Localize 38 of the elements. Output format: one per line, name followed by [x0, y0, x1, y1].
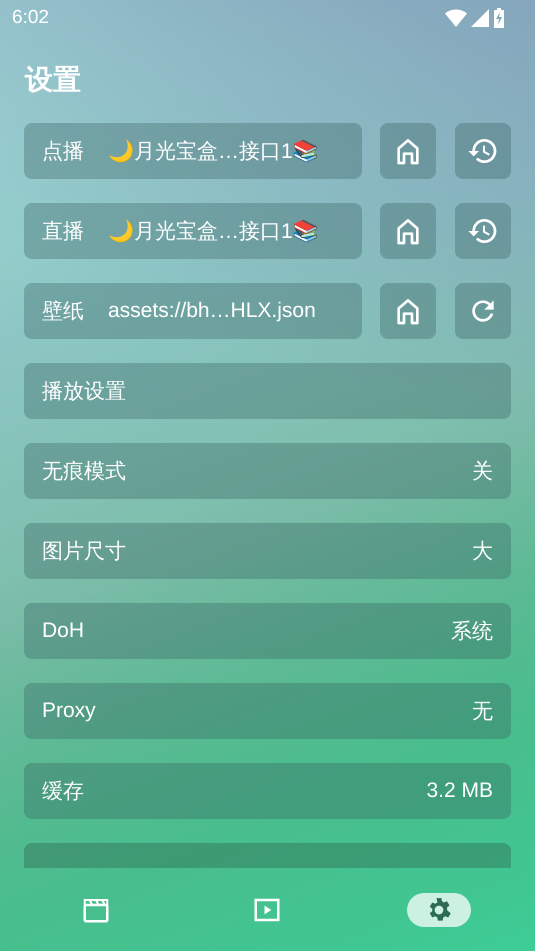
refresh-button[interactable] — [455, 283, 511, 339]
setting-value: 无 — [472, 699, 493, 725]
signal-icon — [471, 9, 489, 27]
setting-label: Proxy — [42, 699, 96, 723]
home-button[interactable] — [380, 283, 436, 339]
source-label: 壁纸 — [42, 299, 84, 325]
setting-row[interactable]: 缓存 3.2 MB — [24, 763, 511, 819]
setting-value: 系统 — [451, 619, 493, 645]
setting-label: 图片尺寸 — [42, 539, 126, 565]
page-title: 设置 — [25, 63, 82, 97]
section-header[interactable]: 播放设置 — [24, 363, 511, 419]
clock: 6:02 — [12, 7, 49, 29]
source-value: 🌙月光宝盒…接口1📚 — [108, 218, 319, 245]
home-button[interactable] — [380, 123, 436, 179]
setting-row[interactable]: DoH 系统 — [24, 603, 511, 659]
section-title: 播放设置 — [42, 379, 126, 405]
battery-charging-icon — [493, 8, 505, 28]
history-button[interactable] — [455, 123, 511, 179]
setting-value: 3.2 MB — [426, 779, 493, 803]
setting-row[interactable]: Proxy 无 — [24, 683, 511, 739]
setting-row[interactable]: 无痕模式 关 — [24, 443, 511, 499]
setting-label: 缓存 — [42, 779, 84, 805]
source-field[interactable]: 点播 🌙月光宝盒…接口1📚 — [24, 123, 362, 179]
wifi-icon — [445, 9, 467, 27]
source-field[interactable]: 壁纸 assets://bh…HLX.json — [24, 283, 362, 339]
home-button[interactable] — [380, 203, 436, 259]
source-label: 直播 — [42, 219, 84, 245]
source-field[interactable]: 直播 🌙月光宝盒…接口1📚 — [24, 203, 362, 259]
source-value: 🌙月光宝盒…接口1📚 — [108, 138, 319, 165]
nav-tab[interactable] — [407, 892, 472, 926]
setting-row[interactable]: 图片尺寸 大 — [24, 523, 511, 579]
setting-label: 无痕模式 — [42, 459, 126, 485]
setting-value: 关 — [472, 459, 493, 485]
source-value: assets://bh…HLX.json — [108, 299, 316, 323]
setting-value: 大 — [472, 539, 493, 565]
setting-label: DoH — [42, 619, 84, 643]
history-button[interactable] — [455, 203, 511, 259]
source-label: 点播 — [42, 139, 84, 165]
